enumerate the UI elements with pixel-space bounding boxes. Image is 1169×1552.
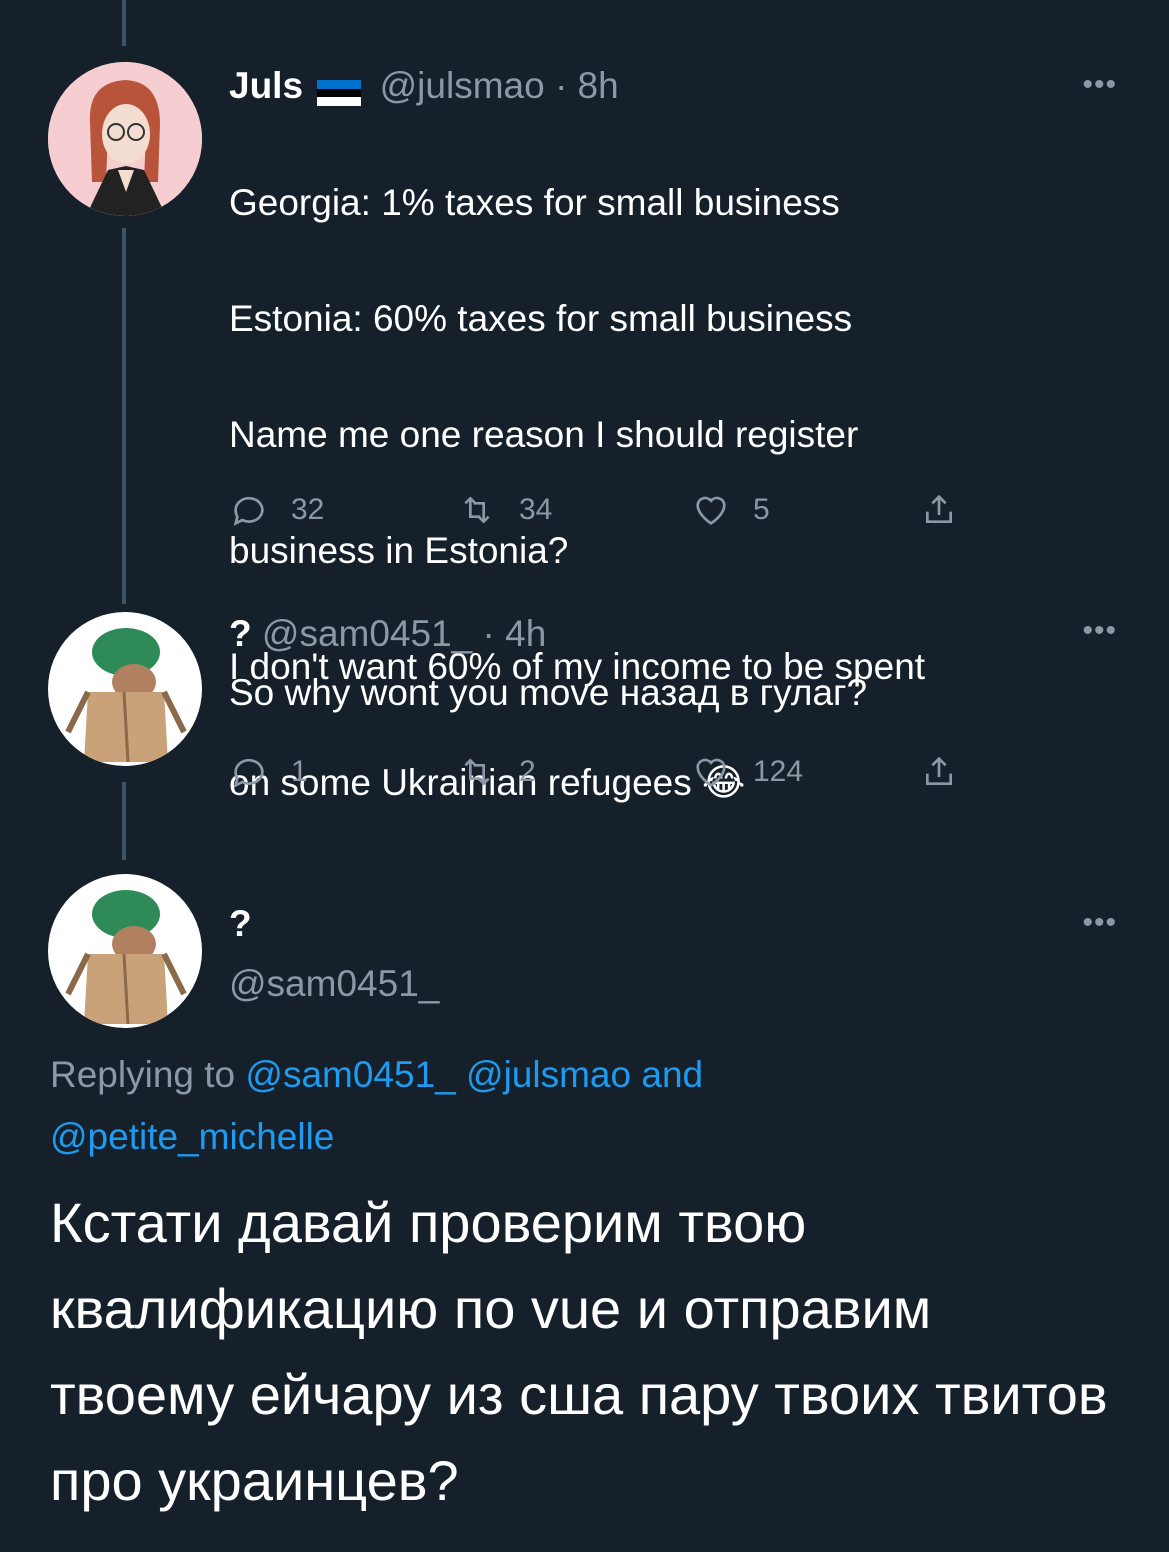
avatar-sam-focused[interactable]	[48, 874, 202, 1028]
tweet3-handle[interactable]: @sam0451_	[229, 962, 439, 1006]
tweet1-actions: 32 34 5	[229, 490, 989, 530]
tweet1-header: Juls @julsmao · 8h	[229, 64, 619, 108]
mention-link[interactable]: @petite_michelle	[50, 1116, 334, 1157]
share-icon	[926, 756, 952, 785]
replying-prefix: Replying to	[50, 1054, 236, 1095]
more-horizontal-icon[interactable]: •••	[1082, 68, 1117, 102]
and-text: and	[641, 1054, 704, 1095]
avatar-juls[interactable]	[48, 62, 202, 216]
reply-button[interactable]: 1	[229, 752, 308, 792]
avatar-illustration	[48, 612, 202, 766]
tweet-line: Estonia: 60% taxes for small business	[229, 298, 853, 339]
retweet-button[interactable]: 2	[457, 752, 536, 792]
like-button[interactable]: 5	[691, 490, 770, 530]
tweet2-header: ? @sam0451_ · 4h	[229, 612, 546, 656]
more-horizontal-icon[interactable]: •••	[1082, 906, 1117, 940]
replying-to: Replying to @sam0451_ @julsmao and	[50, 1046, 703, 1104]
like-count: 124	[753, 755, 804, 788]
timestamp[interactable]: · 4h	[483, 613, 547, 654]
display-name[interactable]: Juls	[229, 65, 303, 106]
estonia-flag-icon	[317, 72, 362, 107]
share-icon	[926, 494, 952, 523]
tweet2-text: So why wont you move назад в гулаг?	[229, 672, 868, 713]
more-horizontal-icon[interactable]: •••	[1082, 614, 1117, 648]
mention-link[interactable]: @sam0451_	[245, 1054, 455, 1095]
reply-count: 1	[291, 755, 308, 788]
handle[interactable]: @sam0451_	[262, 613, 472, 654]
thread-line-top	[122, 0, 126, 46]
share-button[interactable]	[919, 490, 981, 530]
avatar-illustration	[48, 874, 202, 1028]
tweet3-name: ?	[229, 902, 252, 946]
retweet-count: 2	[519, 755, 536, 788]
avatar-illustration	[48, 62, 202, 216]
tweet3-text: Кстати давай проверим твою квалификацию …	[50, 1191, 1108, 1512]
like-button[interactable]: 124	[691, 752, 803, 792]
handle[interactable]: @julsmao	[380, 65, 545, 106]
mention-link[interactable]: @julsmao	[466, 1054, 631, 1095]
timestamp[interactable]: · 8h	[555, 65, 619, 106]
reply-count: 32	[291, 493, 325, 526]
tweet-line: business in Estonia?	[229, 530, 569, 571]
tweet2-actions: 1 2 124	[229, 752, 989, 792]
thread-line-1	[122, 228, 126, 604]
tweet-line: Georgia: 1% taxes for small business	[229, 182, 840, 223]
avatar-sam[interactable]	[48, 612, 202, 766]
reply-button[interactable]: 32	[229, 490, 324, 530]
tweet-line: Name me one reason I should register	[229, 414, 859, 455]
display-name[interactable]: ?	[229, 903, 252, 944]
retweet-icon	[464, 758, 490, 786]
heart-icon	[696, 758, 726, 787]
retweet-icon	[464, 496, 490, 524]
share-button[interactable]	[919, 752, 981, 792]
retweet-button[interactable]: 34	[457, 490, 552, 530]
thread-line-2	[122, 782, 126, 860]
heart-icon	[696, 496, 726, 525]
display-name[interactable]: ?	[229, 613, 252, 654]
reply-icon	[233, 496, 264, 526]
reply-icon	[233, 758, 264, 788]
like-count: 5	[753, 493, 770, 526]
replying-to-line2: @petite_michelle	[50, 1108, 334, 1166]
retweet-count: 34	[519, 493, 553, 526]
